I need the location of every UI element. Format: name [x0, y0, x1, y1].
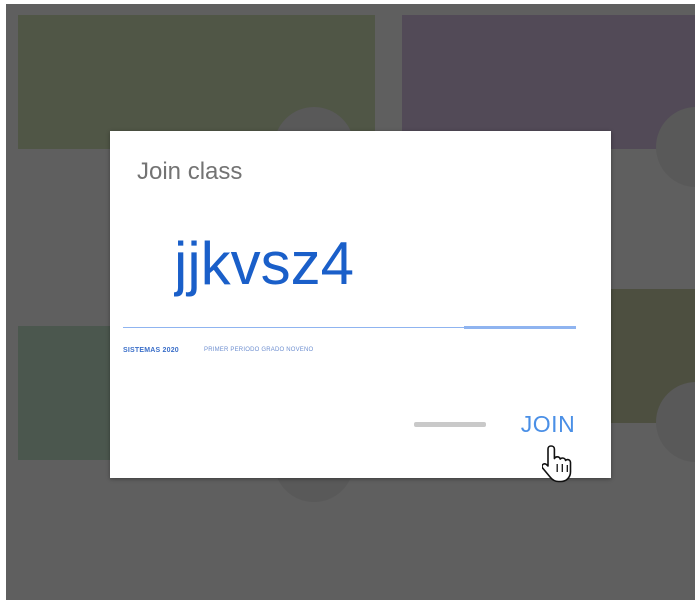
class-code-input[interactable]: [174, 229, 534, 299]
cancel-button[interactable]: [414, 422, 486, 427]
class-card-teal: [18, 326, 118, 460]
class-section-label: PRIMER PERIODO GRADO NOVENO: [204, 347, 314, 353]
hand-pointer-icon: [542, 445, 572, 483]
class-card-purple: [402, 15, 695, 149]
class-name-label: SISTEMAS 2020: [123, 347, 179, 354]
join-button[interactable]: JOIN: [508, 407, 588, 441]
dialog-title: Join class: [137, 158, 243, 185]
class-code-underline-focus: [464, 326, 576, 329]
join-class-dialog: Join class SISTEMAS 2020 PRIMER PERIODO …: [110, 131, 611, 478]
